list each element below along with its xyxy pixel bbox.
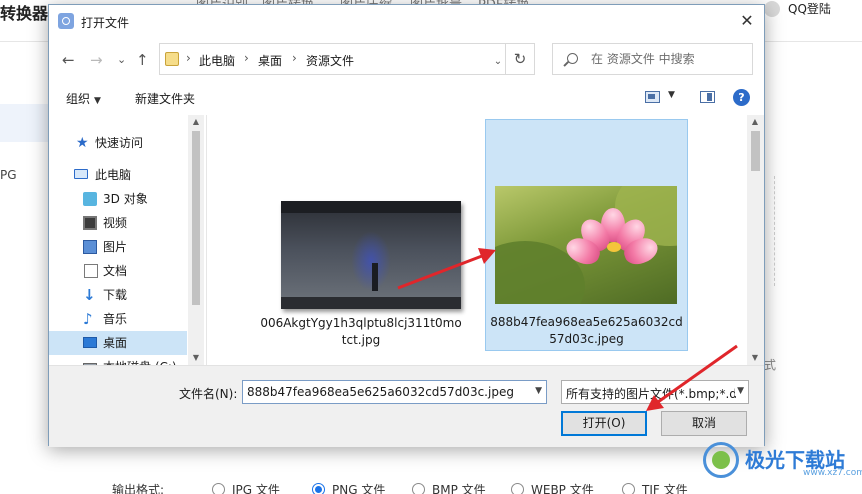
- partial-label: 式: [764, 358, 777, 372]
- filename-combobox[interactable]: ▼: [242, 380, 547, 404]
- radio-webp[interactable]: [511, 483, 524, 494]
- app-close-icon[interactable]: [764, 1, 780, 17]
- format-option-tif[interactable]: TIF 文件: [622, 481, 688, 494]
- app-brand: 转换器: [0, 4, 49, 23]
- file-list-scroll-thumb[interactable]: [751, 131, 760, 171]
- music-icon: ♪: [83, 310, 93, 328]
- dialog-title: 打开文件: [81, 16, 130, 30]
- navigation-bar: ← → ⌄ ↑ › 此电脑 › 桌面 › 资源文件 ⌄ ↻: [49, 41, 764, 79]
- back-arrow-icon[interactable]: ←: [62, 50, 75, 70]
- tree-item-desktop[interactable]: 桌面: [49, 331, 187, 355]
- command-bar: 组织 ▼ 新建文件夹 ▼ ?: [49, 83, 764, 113]
- breadcrumb-this-pc[interactable]: 此电脑: [199, 52, 235, 69]
- tree-scrollbar[interactable]: ▲ ▼: [188, 115, 204, 365]
- format-option-png[interactable]: PNG 文件: [312, 481, 385, 494]
- watermark-logo-icon: [703, 442, 739, 478]
- search-icon: [567, 53, 578, 64]
- close-icon[interactable]: ✕: [730, 5, 764, 37]
- breadcrumb-desktop[interactable]: 桌面: [258, 52, 282, 69]
- chevron-down-icon[interactable]: ▼: [735, 386, 744, 396]
- chevron-down-icon[interactable]: ▼: [535, 386, 542, 396]
- watermark: 极光下载站 www.xz7.com: [703, 440, 862, 484]
- breadcrumb-separator[interactable]: ›: [292, 51, 297, 65]
- folder-icon: [165, 52, 179, 66]
- filename-label: 文件名(N):: [179, 387, 238, 401]
- cancel-button[interactable]: 取消: [661, 411, 747, 436]
- search-box[interactable]: [552, 43, 753, 75]
- recent-locations-chevron-icon[interactable]: ⌄: [117, 50, 126, 70]
- tree-item-this-pc[interactable]: 此电脑: [49, 163, 187, 187]
- star-icon: ★: [76, 135, 89, 151]
- file-thumbnail: [281, 201, 461, 309]
- new-folder-button[interactable]: 新建文件夹: [135, 90, 195, 107]
- 3d-objects-icon: [83, 192, 97, 206]
- file-list-scrollbar[interactable]: ▲ ▼: [747, 115, 764, 365]
- video-icon: [83, 216, 97, 230]
- file-item[interactable]: 006AkgtYgy1h3qlptu8lcj311t0motct.jpg: [256, 119, 466, 351]
- sidebar-active-item[interactable]: [0, 104, 48, 142]
- organize-button[interactable]: 组织 ▼: [66, 90, 101, 107]
- scroll-up-icon[interactable]: ▲: [747, 115, 763, 129]
- view-options-caret-icon[interactable]: ▼: [668, 90, 675, 100]
- organize-caret-icon: ▼: [94, 96, 101, 106]
- refresh-icon[interactable]: ↻: [505, 43, 535, 75]
- open-file-dialog: 打开文件 ✕ ← → ⌄ ↑ › 此电脑 › 桌面 › 资源文件 ⌄ ↻ 组织▼…: [48, 4, 765, 447]
- tree-scroll-thumb[interactable]: [192, 131, 200, 305]
- app-icon: [58, 13, 74, 29]
- file-type-select[interactable]: 所有支持的图片文件(*.bmp;*.d ▼: [561, 380, 749, 404]
- radio-jpg[interactable]: [212, 483, 225, 494]
- download-icon: ↓: [83, 286, 96, 304]
- tree-item-quick-access[interactable]: ★ 快速访问: [49, 131, 187, 155]
- filename-input[interactable]: [247, 384, 527, 400]
- format-option-webp[interactable]: WEBP 文件: [511, 481, 594, 494]
- breadcrumb-separator[interactable]: ›: [186, 51, 191, 65]
- file-thumbnail: [495, 186, 677, 304]
- format-option-bmp[interactable]: BMP 文件: [412, 481, 486, 494]
- dialog-footer: 文件名(N): ▼ 所有支持的图片文件(*.bmp;*.d ▼ 打开(O) 取消: [49, 365, 764, 447]
- file-list: 006AkgtYgy1h3qlptu8lcj311t0motct.jpg 888…: [207, 115, 747, 365]
- radio-tif[interactable]: [622, 483, 635, 494]
- tree-item-downloads[interactable]: ↓ 下载: [49, 283, 187, 307]
- scroll-down-icon[interactable]: ▼: [188, 351, 204, 365]
- file-item-selected[interactable]: 888b47fea968ea5e625a6032cd57d03c.jpeg: [485, 119, 688, 351]
- file-name: 006AkgtYgy1h3qlptu8lcj311t0motct.jpg: [260, 316, 462, 347]
- search-input[interactable]: [591, 50, 746, 68]
- up-arrow-icon[interactable]: ↑: [136, 50, 149, 70]
- app-sidebar: [0, 42, 48, 494]
- navigation-tree: ★ 快速访问 此电脑 3D 对象 视频 图片 文档 ↓ 下载 ♪ 音乐 桌面: [49, 115, 203, 365]
- sidebar-partial-label: PG: [0, 168, 17, 182]
- qq-login-button[interactable]: QQ登陆: [788, 0, 831, 17]
- drop-zone-border: [774, 176, 775, 286]
- format-option-jpg[interactable]: JPG 文件: [212, 481, 280, 494]
- breadcrumb-separator[interactable]: ›: [244, 51, 249, 65]
- file-type-value: 所有支持的图片文件(*.bmp;*.d: [566, 387, 737, 401]
- watermark-subtext: www.xz7.com: [803, 468, 862, 478]
- tree-item-local-disk-c[interactable]: 本地磁盘 (C:): [49, 355, 187, 365]
- radio-bmp[interactable]: [412, 483, 425, 494]
- tree-item-documents[interactable]: 文档: [49, 259, 187, 283]
- tree-item-videos[interactable]: 视频: [49, 211, 187, 235]
- scroll-down-icon[interactable]: ▼: [747, 351, 763, 365]
- tree-item-pictures[interactable]: 图片: [49, 235, 187, 259]
- tree-item-music[interactable]: ♪ 音乐: [49, 307, 187, 331]
- computer-icon: [74, 169, 88, 179]
- address-bar[interactable]: › 此电脑 › 桌面 › 资源文件 ⌄: [159, 43, 535, 75]
- file-name: 888b47fea968ea5e625a6032cd57d03c.jpeg: [490, 315, 683, 346]
- view-mode-icon[interactable]: [645, 91, 660, 103]
- radio-png[interactable]: [312, 483, 325, 494]
- desktop-icon: [83, 337, 97, 348]
- scroll-up-icon[interactable]: ▲: [188, 115, 204, 129]
- dialog-titlebar[interactable]: 打开文件 ✕: [49, 5, 764, 37]
- breadcrumb-resource-folder[interactable]: 资源文件: [306, 52, 354, 69]
- pictures-icon: [83, 240, 97, 254]
- preview-pane-icon[interactable]: [700, 91, 715, 103]
- tree-item-3d-objects[interactable]: 3D 对象: [49, 187, 187, 211]
- help-icon[interactable]: ?: [733, 89, 750, 106]
- documents-icon: [84, 264, 98, 278]
- output-format-label: 输出格式:: [112, 483, 165, 494]
- open-button[interactable]: 打开(O): [561, 411, 647, 436]
- forward-arrow-icon[interactable]: →: [90, 50, 103, 70]
